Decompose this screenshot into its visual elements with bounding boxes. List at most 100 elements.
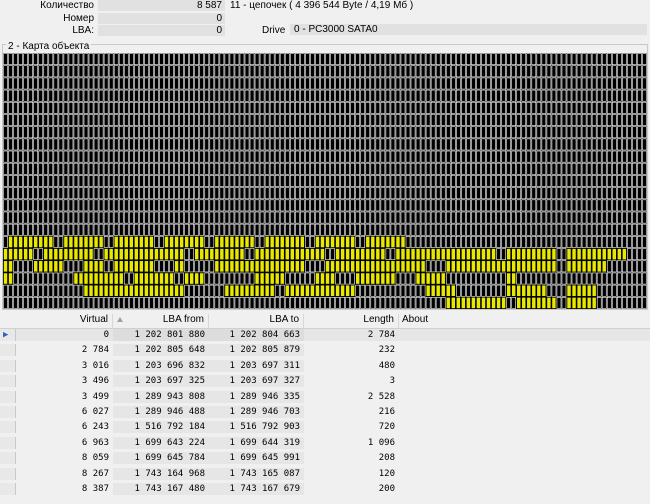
map-cell [48, 297, 54, 309]
map-cell [556, 114, 562, 126]
map-cell [118, 126, 124, 139]
table-row[interactable]: 8 059 1 699 645 784 1 699 645 991 208 [0, 452, 650, 465]
map-cell [566, 187, 572, 200]
row-header[interactable] [0, 483, 16, 495]
map-cell [315, 162, 320, 175]
row-header[interactable] [0, 390, 16, 403]
map-cell [259, 162, 265, 175]
map-cell [576, 236, 582, 248]
map-cell [526, 272, 532, 285]
map-cell [284, 211, 290, 224]
cell-lba-to: 1 699 644 319 [209, 436, 304, 449]
map-cell [38, 223, 44, 236]
table-row[interactable]: 3 016 1 203 696 832 1 203 697 311 480 [0, 359, 650, 372]
map-cell [501, 126, 506, 139]
table-row[interactable]: 3 496 1 203 697 325 1 203 697 327 3 [0, 375, 650, 388]
table-row[interactable]: 8 387 1 743 167 480 1 743 167 679 200 [0, 483, 650, 495]
map-cell [103, 223, 109, 236]
map-cell [279, 101, 285, 114]
map-cell [249, 175, 255, 187]
col-virtual[interactable]: Virtual [16, 314, 113, 328]
row-header[interactable] [0, 344, 16, 357]
map-cell-filled [330, 272, 335, 285]
row-header[interactable] [0, 359, 16, 372]
map-cell [254, 199, 260, 212]
map-cell [325, 248, 330, 261]
map-cell [254, 297, 260, 309]
map-cell [184, 138, 189, 151]
col-length[interactable]: Length [304, 314, 399, 328]
map-cell [289, 101, 295, 114]
map-cell [159, 211, 164, 224]
map-cell [516, 77, 522, 90]
map-cell [415, 53, 421, 65]
table-row[interactable]: 2 784 1 202 805 648 1 202 805 879 232 [0, 344, 650, 357]
map-cell [355, 114, 361, 126]
map-cell [174, 126, 179, 139]
map-cell [521, 114, 527, 126]
map-cell [134, 101, 139, 114]
map-cell [23, 65, 28, 78]
row-header[interactable] [0, 421, 16, 434]
map-cell-filled [279, 260, 285, 273]
row-header[interactable] [0, 436, 16, 449]
map-cell [425, 126, 431, 139]
map-cell [33, 150, 39, 163]
map-cell [63, 138, 69, 151]
table-row[interactable]: 6 243 1 516 792 184 1 516 792 903 720 [0, 421, 650, 434]
table-row[interactable]: 6 027 1 289 946 488 1 289 946 703 216 [0, 406, 650, 418]
map-cell [149, 101, 154, 114]
map-cell [632, 65, 637, 78]
map-cell [501, 162, 506, 175]
map-cell-filled [491, 297, 496, 309]
map-cell [289, 150, 295, 163]
map-cell [420, 223, 426, 236]
map-cell-filled [541, 284, 547, 297]
map-cell-filled [144, 248, 149, 261]
map-cell [13, 162, 18, 175]
row-header[interactable] [0, 406, 16, 418]
map-cell [551, 223, 557, 236]
row-header[interactable] [0, 375, 16, 388]
map-cell [295, 53, 300, 65]
drive-select[interactable]: 0 - PC3000 SATA0 [290, 24, 647, 35]
map-cell-filled [214, 248, 220, 261]
map-cell [149, 65, 154, 78]
map-cell [244, 65, 250, 78]
map-cell [637, 284, 642, 297]
map-cell [219, 187, 225, 200]
col-about[interactable]: About [399, 314, 650, 328]
map-cell [199, 101, 205, 114]
map-cell [315, 211, 320, 224]
cell-lba-to: 1 743 167 679 [209, 483, 304, 495]
map-cell [556, 211, 562, 224]
map-cell [330, 101, 335, 114]
table-row[interactable]: 8 267 1 743 164 968 1 743 165 087 120 [0, 467, 650, 480]
map-cell [586, 114, 592, 126]
map-cell [606, 297, 612, 309]
map-cell-filled [617, 248, 622, 261]
map-cell [642, 272, 647, 285]
col-lba-from[interactable]: LBA from [113, 314, 209, 328]
map-cell-filled [189, 272, 194, 285]
map-cell-filled [581, 284, 587, 297]
map-cell [551, 65, 557, 78]
map-cell [128, 162, 134, 175]
map-cell [486, 65, 491, 78]
map-cell-filled [586, 284, 592, 297]
table-row[interactable]: ▶ 0 1 202 801 880 1 202 804 663 2 784 [0, 329, 650, 341]
map-cell [561, 114, 567, 126]
map-cell [521, 199, 527, 212]
table-row[interactable]: 3 499 1 289 943 808 1 289 946 335 2 528 [0, 390, 650, 403]
col-lba-to[interactable]: LBA to [209, 314, 304, 328]
map-cell [637, 297, 642, 309]
object-map[interactable] [3, 53, 647, 309]
map-cell [365, 284, 371, 297]
table-row[interactable]: 6 963 1 699 643 224 1 699 644 319 1 096 [0, 436, 650, 449]
current-row-indicator[interactable]: ▶ [0, 329, 16, 341]
row-header[interactable] [0, 452, 16, 465]
map-cell [279, 187, 285, 200]
map-cell [224, 101, 230, 114]
row-header[interactable] [0, 467, 16, 480]
map-cell [445, 211, 451, 224]
